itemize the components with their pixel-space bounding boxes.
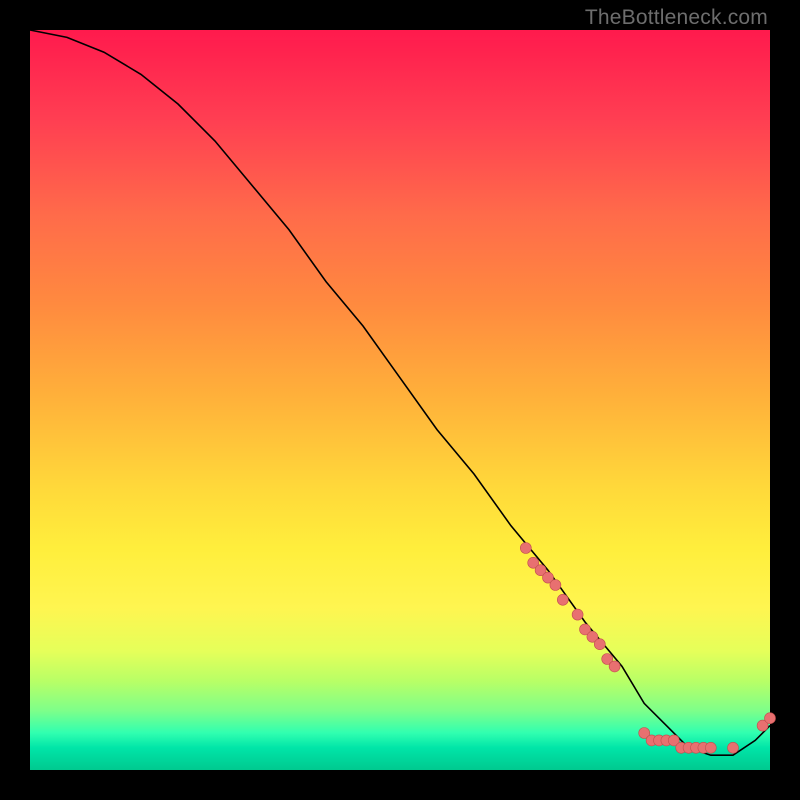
marker-dot [594, 639, 605, 650]
marker-dot [572, 609, 583, 620]
bottleneck-curve-line [30, 30, 770, 755]
attribution-label: TheBottleneck.com [585, 6, 768, 30]
marker-dot [520, 543, 531, 554]
marker-dot [765, 713, 776, 724]
marker-dot [550, 580, 561, 591]
marker-dot [557, 594, 568, 605]
marker-dot [728, 742, 739, 753]
chart-svg [30, 30, 770, 770]
marker-dot [705, 742, 716, 753]
marker-dots-group [520, 543, 775, 754]
marker-dot [609, 661, 620, 672]
chart-frame [30, 30, 770, 770]
